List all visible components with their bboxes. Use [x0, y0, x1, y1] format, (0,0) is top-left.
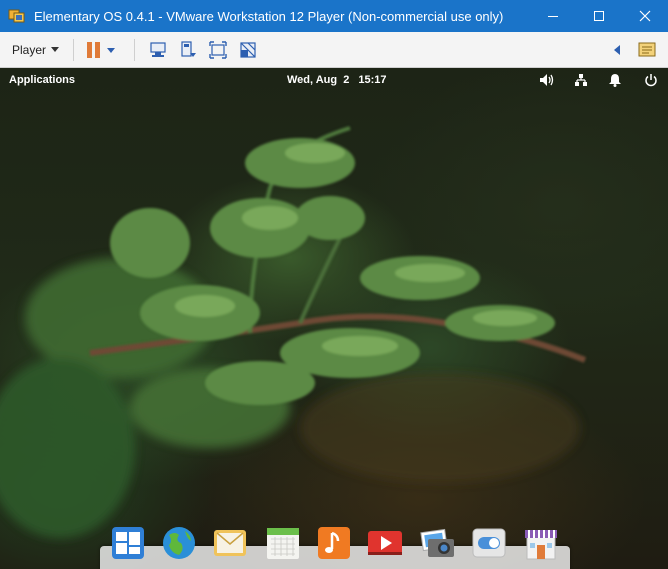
minimize-icon	[548, 16, 558, 17]
toolbar-divider	[134, 38, 136, 61]
minimize-button[interactable]	[530, 0, 576, 32]
appcenter-icon	[525, 530, 557, 560]
wallpaper-juniper-branch	[0, 126, 587, 538]
panel-date: Wed, Aug 2	[287, 74, 350, 86]
notifications-indicator[interactable]	[607, 72, 623, 88]
collapse-toolbar-button[interactable]	[604, 37, 630, 63]
dock-web-browser[interactable]	[161, 525, 197, 561]
unity-icon	[240, 41, 256, 58]
toolbar-divider	[73, 38, 75, 61]
top-panel: Applications Wed, Aug 2 15:17	[0, 68, 668, 92]
player-menu-button[interactable]: Player	[8, 37, 63, 63]
window-titlebar[interactable]: Elementary OS 0.4.1 - VMware Workstation…	[0, 0, 668, 32]
dock-videos[interactable]	[367, 525, 403, 561]
applications-menu[interactable]: Applications	[9, 74, 75, 86]
chevron-down-icon	[51, 47, 60, 52]
removable-devices-button[interactable]	[175, 37, 201, 63]
maximize-icon	[594, 11, 604, 21]
date-time-indicator[interactable]: Wed, Aug 2 15:17	[287, 74, 386, 86]
mail-icon	[214, 530, 246, 556]
send-ctrl-alt-del-icon	[150, 41, 166, 57]
panel-time: 15:17	[358, 74, 387, 86]
vmware-toolbar: Player	[0, 32, 668, 68]
power-icon	[645, 74, 657, 87]
notifications-icon	[609, 74, 621, 87]
sound-icon	[540, 74, 554, 86]
videos-icon	[368, 531, 402, 555]
message-log-icon	[638, 42, 656, 56]
full-screen-button[interactable]	[205, 37, 231, 63]
removable-devices-icon	[181, 40, 197, 57]
window-title: Elementary OS 0.4.1 - VMware Workstation…	[34, 8, 504, 24]
collapse-arrow-icon	[614, 44, 620, 55]
unity-button[interactable]	[235, 37, 261, 63]
power-indicator[interactable]	[643, 72, 659, 88]
dock-system-settings[interactable]	[471, 525, 507, 561]
pause-icon	[87, 41, 116, 58]
pause-button[interactable]	[84, 37, 120, 63]
photos-icon	[420, 528, 454, 557]
system-settings-icon	[472, 528, 506, 558]
music-icon	[318, 527, 350, 559]
sound-indicator[interactable]	[539, 72, 555, 88]
full-screen-icon	[209, 40, 227, 59]
dock-multitasking-view[interactable]	[110, 525, 146, 561]
player-menu-label: Player	[12, 42, 47, 57]
vmware-app-icon	[8, 7, 26, 25]
dock-calendar[interactable]	[265, 525, 301, 561]
dock-music[interactable]	[316, 525, 352, 561]
calendar-icon	[267, 528, 299, 559]
maximize-button[interactable]	[576, 0, 622, 32]
guest-desktop[interactable]: Applications Wed, Aug 2 15:17	[0, 68, 668, 569]
multitasking-view-icon	[112, 527, 144, 559]
web-browser-icon	[163, 527, 195, 559]
message-log-button[interactable]	[634, 37, 660, 63]
network-icon	[575, 74, 587, 86]
dock-mail[interactable]	[212, 525, 248, 561]
network-indicator[interactable]	[573, 72, 589, 88]
dock-appcenter[interactable]	[523, 525, 559, 561]
send-ctrl-alt-del-button[interactable]	[145, 37, 171, 63]
close-button[interactable]	[622, 0, 668, 32]
close-icon	[639, 10, 651, 22]
dock-photos[interactable]	[420, 525, 456, 561]
